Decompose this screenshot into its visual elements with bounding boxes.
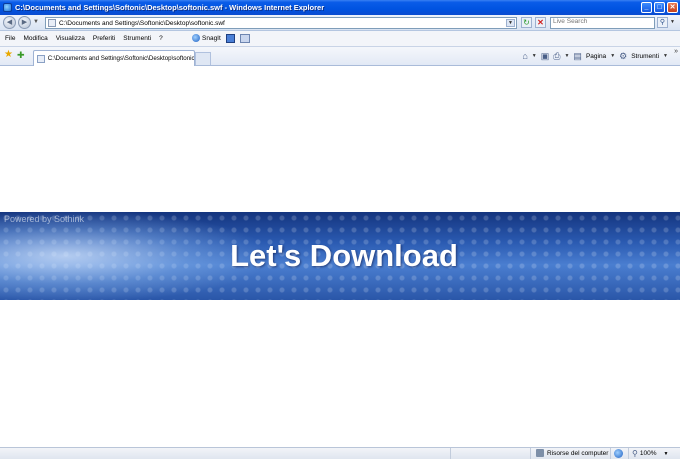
tab-softonic-swf[interactable]: C:\Documents and Settings\Softonic\Deskt…	[33, 50, 195, 66]
favorites-star-icon[interactable]: ★	[4, 50, 13, 60]
back-button[interactable]: ◀	[3, 16, 16, 29]
zoom-dropdown[interactable]: ▼	[663, 451, 668, 457]
page-menu-icon: ▤	[573, 50, 582, 61]
menu-strumenti[interactable]: Strumenti	[119, 35, 155, 42]
address-toolbar: ◀ ▶ ▼ ▼ ↻ ✕ ⚲ ▼	[0, 15, 680, 31]
search-box[interactable]	[550, 17, 655, 29]
banner-headline: Let's Download	[230, 238, 458, 273]
stop-button[interactable]: ✕	[535, 17, 546, 28]
snagit-button[interactable]: SnagIt	[192, 34, 221, 42]
back-arrow-icon: ◀	[6, 19, 13, 26]
menu-file[interactable]: File	[0, 35, 19, 42]
refresh-icon: ↻	[523, 18, 530, 27]
status-divider	[628, 448, 629, 459]
zoom-icon: ⚲	[632, 449, 638, 458]
status-divider	[450, 448, 451, 459]
snagit-icon	[192, 34, 200, 42]
search-button[interactable]: ⚲	[657, 17, 668, 28]
tools-menu-button[interactable]: Strumenti	[631, 53, 659, 60]
snagit-editor-icon[interactable]	[240, 34, 250, 43]
ie-app-icon	[3, 3, 12, 12]
zoom-control[interactable]: ⚲ 100% ▼	[632, 449, 668, 458]
tab-label: C:\Documents and Settings\Softonic\Deskt…	[47, 55, 194, 62]
flash-banner[interactable]: Powered by Sothink Let's Download	[0, 212, 680, 300]
status-bar: Risorse del computer ⚲ 100% ▼	[0, 447, 680, 459]
menu-help[interactable]: ?	[155, 35, 167, 42]
zoom-level: 100%	[639, 450, 657, 457]
forward-button[interactable]: ▶	[18, 16, 31, 29]
command-bar: ⌂ ▼ ▣ ⎙ ▼ ▤ Pagina ▼ ⚙ Strumenti ▼	[522, 47, 680, 65]
history-dropdown-button[interactable]: ▼	[33, 19, 39, 25]
stop-icon: ✕	[537, 18, 544, 27]
window-controls: _ □ ✕	[641, 2, 678, 13]
tab-bar: ★ ✚ C:\Documents and Settings\Softonic\D…	[0, 47, 680, 66]
add-favorite-icon[interactable]: ✚	[17, 50, 25, 60]
maximize-button[interactable]: □	[654, 2, 665, 13]
menu-visualizza[interactable]: Visualizza	[52, 35, 89, 42]
menu-bar: File Modifica Visualizza Preferiti Strum…	[0, 31, 680, 47]
address-input[interactable]	[59, 19, 499, 27]
feeds-icon[interactable]: ▣	[541, 51, 550, 62]
tools-menu-dropdown[interactable]: ▼	[663, 53, 668, 59]
page-icon	[48, 19, 56, 27]
search-options-dropdown[interactable]: ▼	[670, 19, 675, 25]
new-tab-button[interactable]	[195, 52, 211, 65]
minimize-button[interactable]: _	[641, 2, 652, 13]
page-menu-dropdown[interactable]: ▼	[610, 53, 615, 59]
address-dropdown-button[interactable]: ▼	[506, 19, 515, 27]
refresh-button[interactable]: ↻	[521, 17, 532, 28]
menu-modifica[interactable]: Modifica	[19, 35, 51, 42]
home-dropdown[interactable]: ▼	[532, 53, 537, 59]
status-divider	[610, 448, 611, 459]
home-icon[interactable]: ⌂	[522, 51, 527, 61]
search-icon: ⚲	[659, 19, 666, 26]
title-bar: C:\Documents and Settings\Softonic\Deskt…	[0, 0, 680, 15]
page-menu-button[interactable]: Pagina	[586, 53, 606, 60]
page-icon	[37, 54, 45, 63]
zone-label: Risorse del computer	[547, 449, 609, 457]
print-icon[interactable]: ⎙	[553, 51, 560, 62]
security-zone[interactable]: Risorse del computer	[536, 449, 608, 457]
snagit-label: SnagIt	[202, 34, 221, 42]
page-content: Powered by Sothink Let's Download	[0, 67, 680, 447]
address-bar[interactable]: ▼	[45, 17, 517, 29]
close-button[interactable]: ✕	[667, 2, 678, 13]
forward-arrow-icon: ▶	[21, 19, 28, 26]
print-dropdown[interactable]: ▼	[564, 53, 569, 59]
search-input[interactable]	[551, 18, 654, 25]
snagit-capture-icon[interactable]	[226, 34, 235, 43]
computer-icon	[536, 449, 544, 457]
chevron-more-icon[interactable]: »	[674, 48, 678, 55]
window-title: C:\Documents and Settings\Softonic\Deskt…	[15, 3, 325, 12]
menu-preferiti[interactable]: Preferiti	[89, 35, 119, 42]
gear-icon: ⚙	[619, 50, 628, 61]
protected-mode-icon[interactable]	[614, 449, 623, 458]
status-divider	[530, 448, 531, 459]
